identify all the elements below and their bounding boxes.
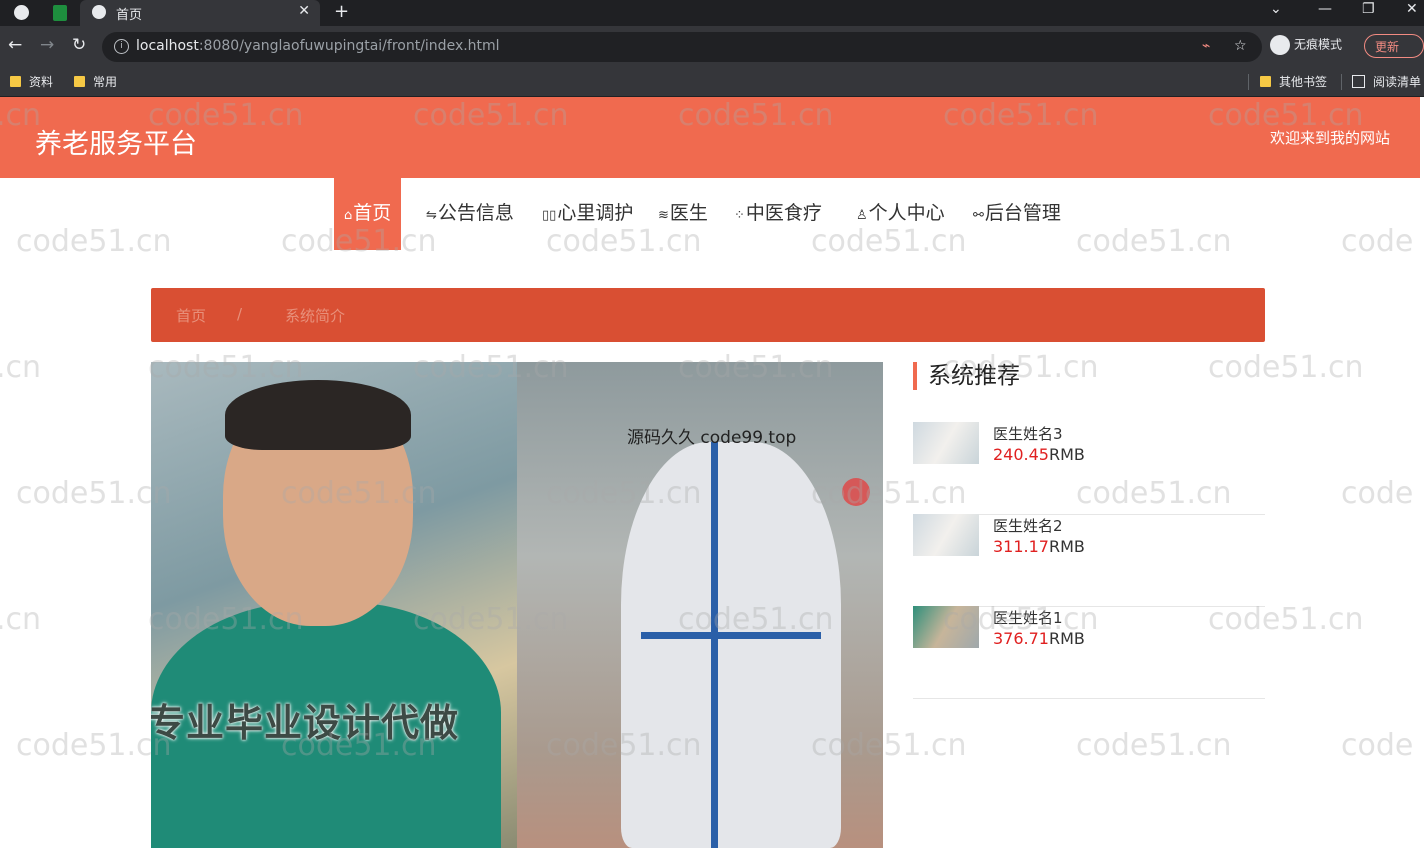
incognito-icon — [1270, 35, 1290, 55]
bookmark-folder[interactable]: 常用 — [74, 73, 117, 90]
browser-tab-strip: 首页 ✕ + ⌄ — ❐ ✕ — [0, 0, 1424, 26]
watermark-text: code51.cn — [16, 476, 172, 511]
recommend-name[interactable]: 医生姓名2 — [993, 515, 1063, 536]
site-header: 养老服务平台 欢迎来到我的网站 — [0, 97, 1420, 178]
watermark-text: code51.cn — [1208, 350, 1364, 385]
forward-icon[interactable]: → — [40, 35, 54, 55]
watermark-text: .cn — [0, 350, 42, 385]
hero-tape-horizontal — [641, 632, 821, 639]
reading-list[interactable]: 阅读清单 — [1352, 73, 1421, 90]
bookmark-separator — [1248, 74, 1249, 90]
browser-tab[interactable]: 首页 ✕ — [80, 0, 320, 26]
watermark-text: code — [1341, 728, 1414, 763]
recommend-name[interactable]: 医生姓名3 — [993, 423, 1063, 444]
nav-item-notices[interactable]: ⇋公告信息 — [426, 178, 514, 250]
hero-image[interactable]: 源码久久 code99.top 专业毕业设计代做 — [151, 362, 883, 848]
incognito-profile[interactable]: 无痕模式 — [1270, 35, 1342, 55]
nav-item-admin[interactable]: ⚯后台管理 — [973, 178, 1061, 250]
link-icon: ⚯ — [973, 208, 984, 223]
hero-tape-vertical — [711, 442, 718, 848]
main-nav: ⌂首页 ⇋公告信息 ▯▯心里调护 ≋医生 ⁘中医食疗 ♙个人中心 ⚯后台管理 — [0, 178, 1420, 250]
sheets-tab-icon[interactable] — [53, 5, 67, 21]
bookmark-star-icon[interactable]: ☆ — [1234, 38, 1247, 54]
hero-caption: 专业毕业设计代做 — [151, 701, 460, 745]
folder-icon — [74, 76, 85, 87]
blocked-icon[interactable]: ⌁ — [1202, 38, 1210, 54]
bookmark-folder[interactable]: 其他书签 — [1260, 73, 1327, 90]
site-info-icon[interactable]: i — [114, 39, 129, 54]
layers-icon: ≋ — [658, 208, 669, 223]
home-icon: ⌂ — [344, 208, 353, 223]
nav-item-home[interactable]: ⌂首页 — [334, 178, 402, 250]
bookmarks-bar: 资料 常用 其他书签 阅读清单 — [0, 68, 1424, 97]
close-tab-icon[interactable]: ✕ — [298, 3, 310, 19]
folder-icon — [1260, 76, 1271, 87]
update-button[interactable]: 更新 — [1364, 34, 1424, 58]
recommend-thumbnail[interactable] — [913, 514, 979, 556]
hero-source-text: 源码久久 code99.top — [627, 428, 797, 448]
back-icon[interactable]: ← — [8, 35, 22, 55]
recommend-item[interactable]: 医生姓名1 376.71RMB — [913, 606, 1265, 699]
recommend-price: 311.17RMB — [993, 537, 1085, 556]
hero-protective-suit — [621, 442, 841, 848]
folder-icon — [10, 76, 21, 87]
url-text[interactable]: localhost:8080/yanglaofuwupingtai/front/… — [136, 38, 500, 54]
cursor-highlight — [842, 478, 870, 506]
watermark-text: code51.cn — [1076, 728, 1232, 763]
recommend-name[interactable]: 医生姓名1 — [993, 607, 1063, 628]
bookmark-separator — [1341, 74, 1342, 90]
recommend-thumbnail[interactable] — [913, 422, 979, 464]
grid-icon: ⁘ — [734, 208, 745, 223]
omnibox[interactable]: i localhost:8080/yanglaofuwupingtai/fron… — [102, 32, 1262, 62]
reload-icon[interactable]: ↻ — [72, 35, 86, 55]
breadcrumb: 首页 / 系统简介 — [151, 288, 1265, 342]
hero-hair — [225, 380, 411, 450]
welcome-text: 欢迎来到我的网站 — [1269, 129, 1390, 147]
nav-item-counseling[interactable]: ▯▯心里调护 — [542, 178, 633, 250]
site-title[interactable]: 养老服务平台 — [35, 122, 197, 161]
reading-list-icon — [1352, 75, 1365, 88]
breadcrumb-separator: / — [237, 305, 243, 323]
sidebar-title: 系统推荐 — [913, 362, 1020, 390]
notice-icon: ⇋ — [426, 208, 437, 223]
restore-icon[interactable]: ❐ — [1362, 1, 1375, 17]
bookmark-folder[interactable]: 资料 — [10, 73, 53, 90]
book-icon: ▯▯ — [542, 208, 557, 223]
breadcrumb-home[interactable]: 首页 — [176, 305, 206, 326]
breadcrumb-current: 系统简介 — [285, 307, 346, 325]
recommend-item[interactable]: 医生姓名3 240.45RMB — [913, 422, 1265, 515]
window-close-icon[interactable]: ✕ — [1406, 1, 1418, 17]
tab-search-icon[interactable]: ⌄ — [1270, 1, 1282, 17]
globe-icon — [92, 5, 106, 19]
watermark-text: code — [1341, 476, 1414, 511]
watermark-text: .cn — [0, 602, 42, 637]
pinned-globe-icon[interactable] — [14, 5, 29, 20]
watermark-text: code51.cn — [16, 728, 172, 763]
new-tab-button[interactable]: + — [334, 1, 349, 22]
address-bar-row: ← → ↻ i localhost:8080/yanglaofuwupingta… — [0, 26, 1424, 68]
recommend-price: 240.45RMB — [993, 445, 1085, 464]
nav-item-doctors[interactable]: ≋医生 — [658, 178, 708, 250]
minimize-icon[interactable]: — — [1318, 1, 1332, 17]
recommend-thumbnail[interactable] — [913, 606, 979, 648]
recommend-price: 376.71RMB — [993, 629, 1085, 648]
recommend-item[interactable]: 医生姓名2 311.17RMB — [913, 514, 1265, 607]
tab-title: 首页 — [116, 8, 143, 23]
user-icon: ♙ — [856, 208, 868, 223]
nav-item-diet[interactable]: ⁘中医食疗 — [734, 178, 822, 250]
nav-item-profile[interactable]: ♙个人中心 — [856, 178, 945, 250]
